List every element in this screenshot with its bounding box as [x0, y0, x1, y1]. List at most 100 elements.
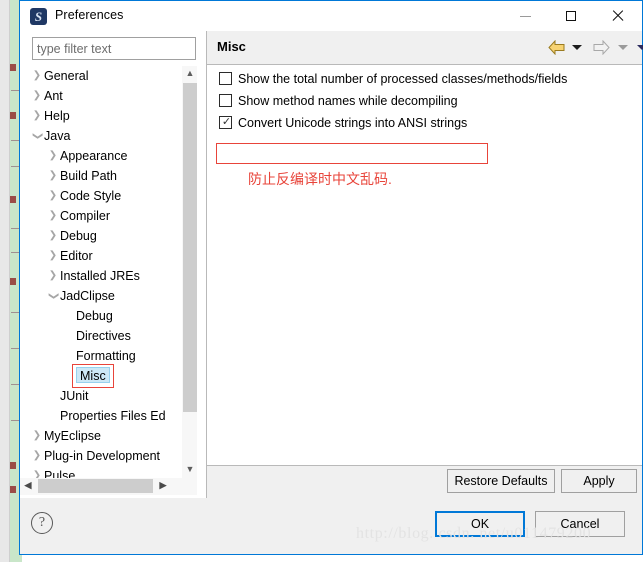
- tree-item-label: Debug: [60, 229, 97, 243]
- tree-item-myeclipse[interactable]: ❯ MyEclipse: [20, 426, 197, 446]
- tree-item-installed-jres[interactable]: ❯ Installed JREs: [20, 266, 197, 286]
- chevron-right-icon[interactable]: ❯: [46, 246, 60, 266]
- editor-gutter: [0, 0, 10, 562]
- tree-item-label: Directives: [76, 329, 131, 343]
- preferences-dialog: S Preferences ❯General❯Ant❯Help❯Java❯App…: [19, 0, 643, 555]
- tree-item-editor[interactable]: ❯ Editor: [20, 246, 197, 266]
- code-line: [11, 312, 19, 313]
- chevron-right-icon[interactable]: ❯: [46, 226, 60, 246]
- chevron-right-icon[interactable]: ❯: [30, 106, 44, 126]
- tree-item-label: JadClipse: [60, 289, 115, 303]
- tree-item-label: Java: [44, 129, 71, 143]
- tree-item-label: JUnit: [60, 389, 89, 403]
- tree-item-debug[interactable]: Debug: [20, 306, 197, 326]
- code-marker: [10, 486, 16, 493]
- tree-item-ant[interactable]: ❯ Ant: [20, 86, 197, 106]
- tree-horizontal-scrollbar[interactable]: ◀ ▶: [20, 478, 197, 495]
- tree-item-label: Properties Files Ed: [60, 409, 166, 423]
- chevron-right-icon[interactable]: ❯: [30, 446, 44, 466]
- tree-item-build-path[interactable]: ❯ Build Path: [20, 166, 197, 186]
- back-history-chevron-down-icon[interactable]: [572, 45, 582, 50]
- tree-item-label: Code Style: [60, 189, 122, 203]
- code-marker: [10, 462, 16, 469]
- watermark-text: http://blog. csdn. net/u011479200: [356, 525, 592, 542]
- tree-item-directives[interactable]: Directives: [20, 326, 197, 346]
- tree-item-formatting[interactable]: Formatting: [20, 346, 197, 366]
- tree-item-label: Appearance: [60, 149, 128, 163]
- checkbox-label-convert-unicode: Convert Unicode strings into ANSI string…: [238, 116, 468, 130]
- tree-item-debug[interactable]: ❯ Debug: [20, 226, 197, 246]
- chevron-right-icon[interactable]: ❯: [30, 86, 44, 106]
- tree-item-misc[interactable]: Misc: [20, 366, 197, 386]
- scroll-right-icon[interactable]: ▶: [155, 478, 171, 494]
- chevron-right-icon[interactable]: ❯: [46, 186, 60, 206]
- checkmark-icon: ✓: [221, 116, 232, 128]
- chevron-right-icon[interactable]: ❯: [30, 66, 44, 86]
- chevron-right-icon[interactable]: ❯: [46, 266, 60, 286]
- filter-input[interactable]: [32, 37, 196, 60]
- code-line: [11, 420, 19, 421]
- tree-item-label: Ant: [44, 89, 63, 103]
- forward-arrow-icon: [593, 40, 610, 55]
- minimize-button[interactable]: [503, 1, 549, 31]
- tree-item-label: General: [44, 69, 89, 83]
- chevron-right-icon[interactable]: ❯: [46, 146, 60, 166]
- restore-defaults-button[interactable]: Restore Defaults: [447, 469, 555, 493]
- scroll-down-icon[interactable]: ▼: [182, 462, 198, 478]
- tree-item-java[interactable]: ❯ Java: [20, 126, 197, 146]
- chevron-right-icon[interactable]: ❯: [46, 206, 60, 226]
- tree-item-help[interactable]: ❯ Help: [20, 106, 197, 126]
- title-bar: S Preferences: [20, 0, 642, 31]
- code-line: [11, 228, 19, 229]
- code-line: [11, 140, 19, 141]
- tree-vertical-scrollbar[interactable]: ▲ ▼: [181, 66, 197, 478]
- tree-item-properties-files-ed[interactable]: Properties Files Ed: [20, 406, 197, 426]
- checkbox-convert-unicode[interactable]: ✓: [219, 116, 232, 129]
- tree-item-plug-in-development[interactable]: ❯ Plug-in Development: [20, 446, 197, 466]
- code-marker: [10, 64, 16, 71]
- tree-item-label: Build Path: [60, 169, 117, 183]
- annotation-text: 防止反编译时中文乱码.: [248, 171, 392, 187]
- tree-item-general[interactable]: ❯ General: [20, 66, 197, 86]
- code-marker: [10, 278, 16, 285]
- window-title: Preferences: [55, 8, 124, 22]
- tree-item-label: Debug: [76, 309, 113, 323]
- scroll-left-icon[interactable]: ◀: [20, 478, 36, 494]
- panel-header: Misc: [207, 31, 643, 65]
- forward-history-chevron-down-icon: [618, 45, 628, 50]
- tree-hscroll-thumb[interactable]: [38, 479, 153, 493]
- tree-item-code-style[interactable]: ❯ Code Style: [20, 186, 197, 206]
- checkbox-show-total[interactable]: [219, 72, 232, 85]
- view-menu-chevron-down-icon[interactable]: [637, 45, 643, 50]
- back-arrow-icon[interactable]: [548, 40, 565, 55]
- code-line: [11, 348, 19, 349]
- tree-item-label: Misc: [76, 367, 110, 383]
- code-line: [11, 384, 19, 385]
- panel-content: Show the total number of processed class…: [207, 65, 642, 465]
- code-marker: [10, 112, 16, 119]
- preferences-tree-pane: ❯General❯Ant❯Help❯Java❯Appearance❯Build …: [20, 31, 197, 498]
- page-title: Misc: [217, 39, 246, 54]
- tree-item-pulse[interactable]: ❯ Pulse: [20, 466, 197, 478]
- tree-item-label: Editor: [60, 249, 93, 263]
- tree-item-label: Formatting: [76, 349, 136, 363]
- myeclipse-icon: S: [30, 8, 47, 25]
- misc-preference-page: Misc Show the total number of processed …: [206, 31, 643, 498]
- chevron-right-icon[interactable]: ❯: [30, 426, 44, 446]
- tree-item-junit[interactable]: JUnit: [20, 386, 197, 406]
- checkbox-show-method-names[interactable]: [219, 94, 232, 107]
- chevron-right-icon[interactable]: ❯: [30, 466, 44, 478]
- close-button[interactable]: [595, 1, 641, 31]
- tree-item-label: Plug-in Development: [44, 449, 161, 463]
- maximize-icon: [566, 11, 576, 21]
- tree-item-jadclipse[interactable]: ❯ JadClipse: [20, 286, 197, 306]
- tree-vscroll-thumb[interactable]: [183, 83, 197, 412]
- tree-item-appearance[interactable]: ❯ Appearance: [20, 146, 197, 166]
- chevron-right-icon[interactable]: ❯: [46, 166, 60, 186]
- help-icon[interactable]: ?: [31, 512, 53, 534]
- tree-item-compiler[interactable]: ❯ Compiler: [20, 206, 197, 226]
- preferences-tree[interactable]: ❯ General ❯ Ant ❯ Help ❯ Java ❯ Appearance ❯ Build …: [20, 66, 197, 478]
- apply-button[interactable]: Apply: [561, 469, 637, 493]
- scroll-up-icon[interactable]: ▲: [182, 66, 198, 82]
- maximize-button[interactable]: [549, 1, 595, 31]
